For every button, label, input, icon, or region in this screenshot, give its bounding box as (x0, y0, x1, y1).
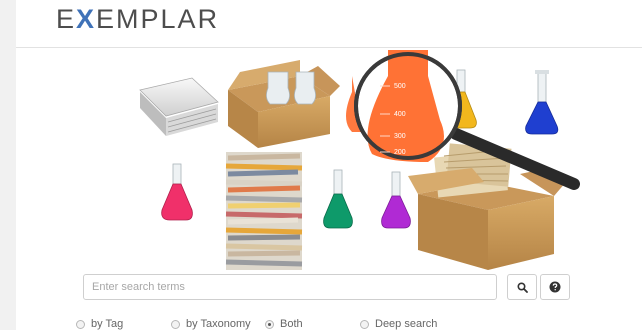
cardboard-box-small (228, 60, 340, 148)
cardboard-box-files (408, 143, 566, 270)
flask-blue (525, 70, 559, 135)
radio-both[interactable] (265, 319, 274, 329)
search-icon (516, 281, 528, 293)
header-divider (16, 47, 642, 48)
radio-by-taxonomy[interactable] (171, 319, 180, 329)
search-input[interactable] (83, 274, 497, 300)
flask-pink (161, 163, 193, 221)
option-both[interactable]: Both (265, 318, 303, 330)
logo-text-start: E (56, 4, 77, 34)
beaker-label-200: 200 (394, 149, 406, 156)
beaker-label-400: 400 (394, 111, 406, 118)
option-label-both: Both (280, 318, 303, 330)
hero-illustration: 500 400 300 200 (139, 50, 580, 270)
logo-text-x: X (76, 4, 97, 34)
option-by-tag[interactable]: by Tag (76, 318, 123, 330)
radio-by-tag[interactable] (76, 319, 85, 329)
paper-stack-flat (139, 77, 219, 136)
search-button[interactable] (507, 274, 537, 300)
help-button[interactable] (540, 274, 570, 300)
logo[interactable]: EXEMPLAR (56, 4, 219, 35)
help-icon (549, 281, 561, 293)
option-label-by-tag: by Tag (91, 318, 124, 330)
paper-stack-tall (225, 152, 303, 270)
logo-text-end: EMPLAR (96, 4, 220, 34)
search-mode-options: by Tag by Taxonomy Both Deep search (0, 316, 642, 330)
option-label-by-taxonomy: by Taxonomy (186, 318, 251, 330)
option-by-taxonomy[interactable]: by Taxonomy (171, 318, 251, 330)
option-deep-search[interactable]: Deep search (360, 318, 437, 330)
flask-purple (381, 171, 411, 229)
search-bar (0, 274, 642, 302)
beaker-label-500: 500 (394, 83, 406, 90)
radio-deep-search[interactable] (360, 319, 369, 329)
option-label-deep-search: Deep search (375, 318, 438, 330)
flask-green (323, 169, 353, 229)
beaker-label-300: 300 (394, 133, 406, 140)
